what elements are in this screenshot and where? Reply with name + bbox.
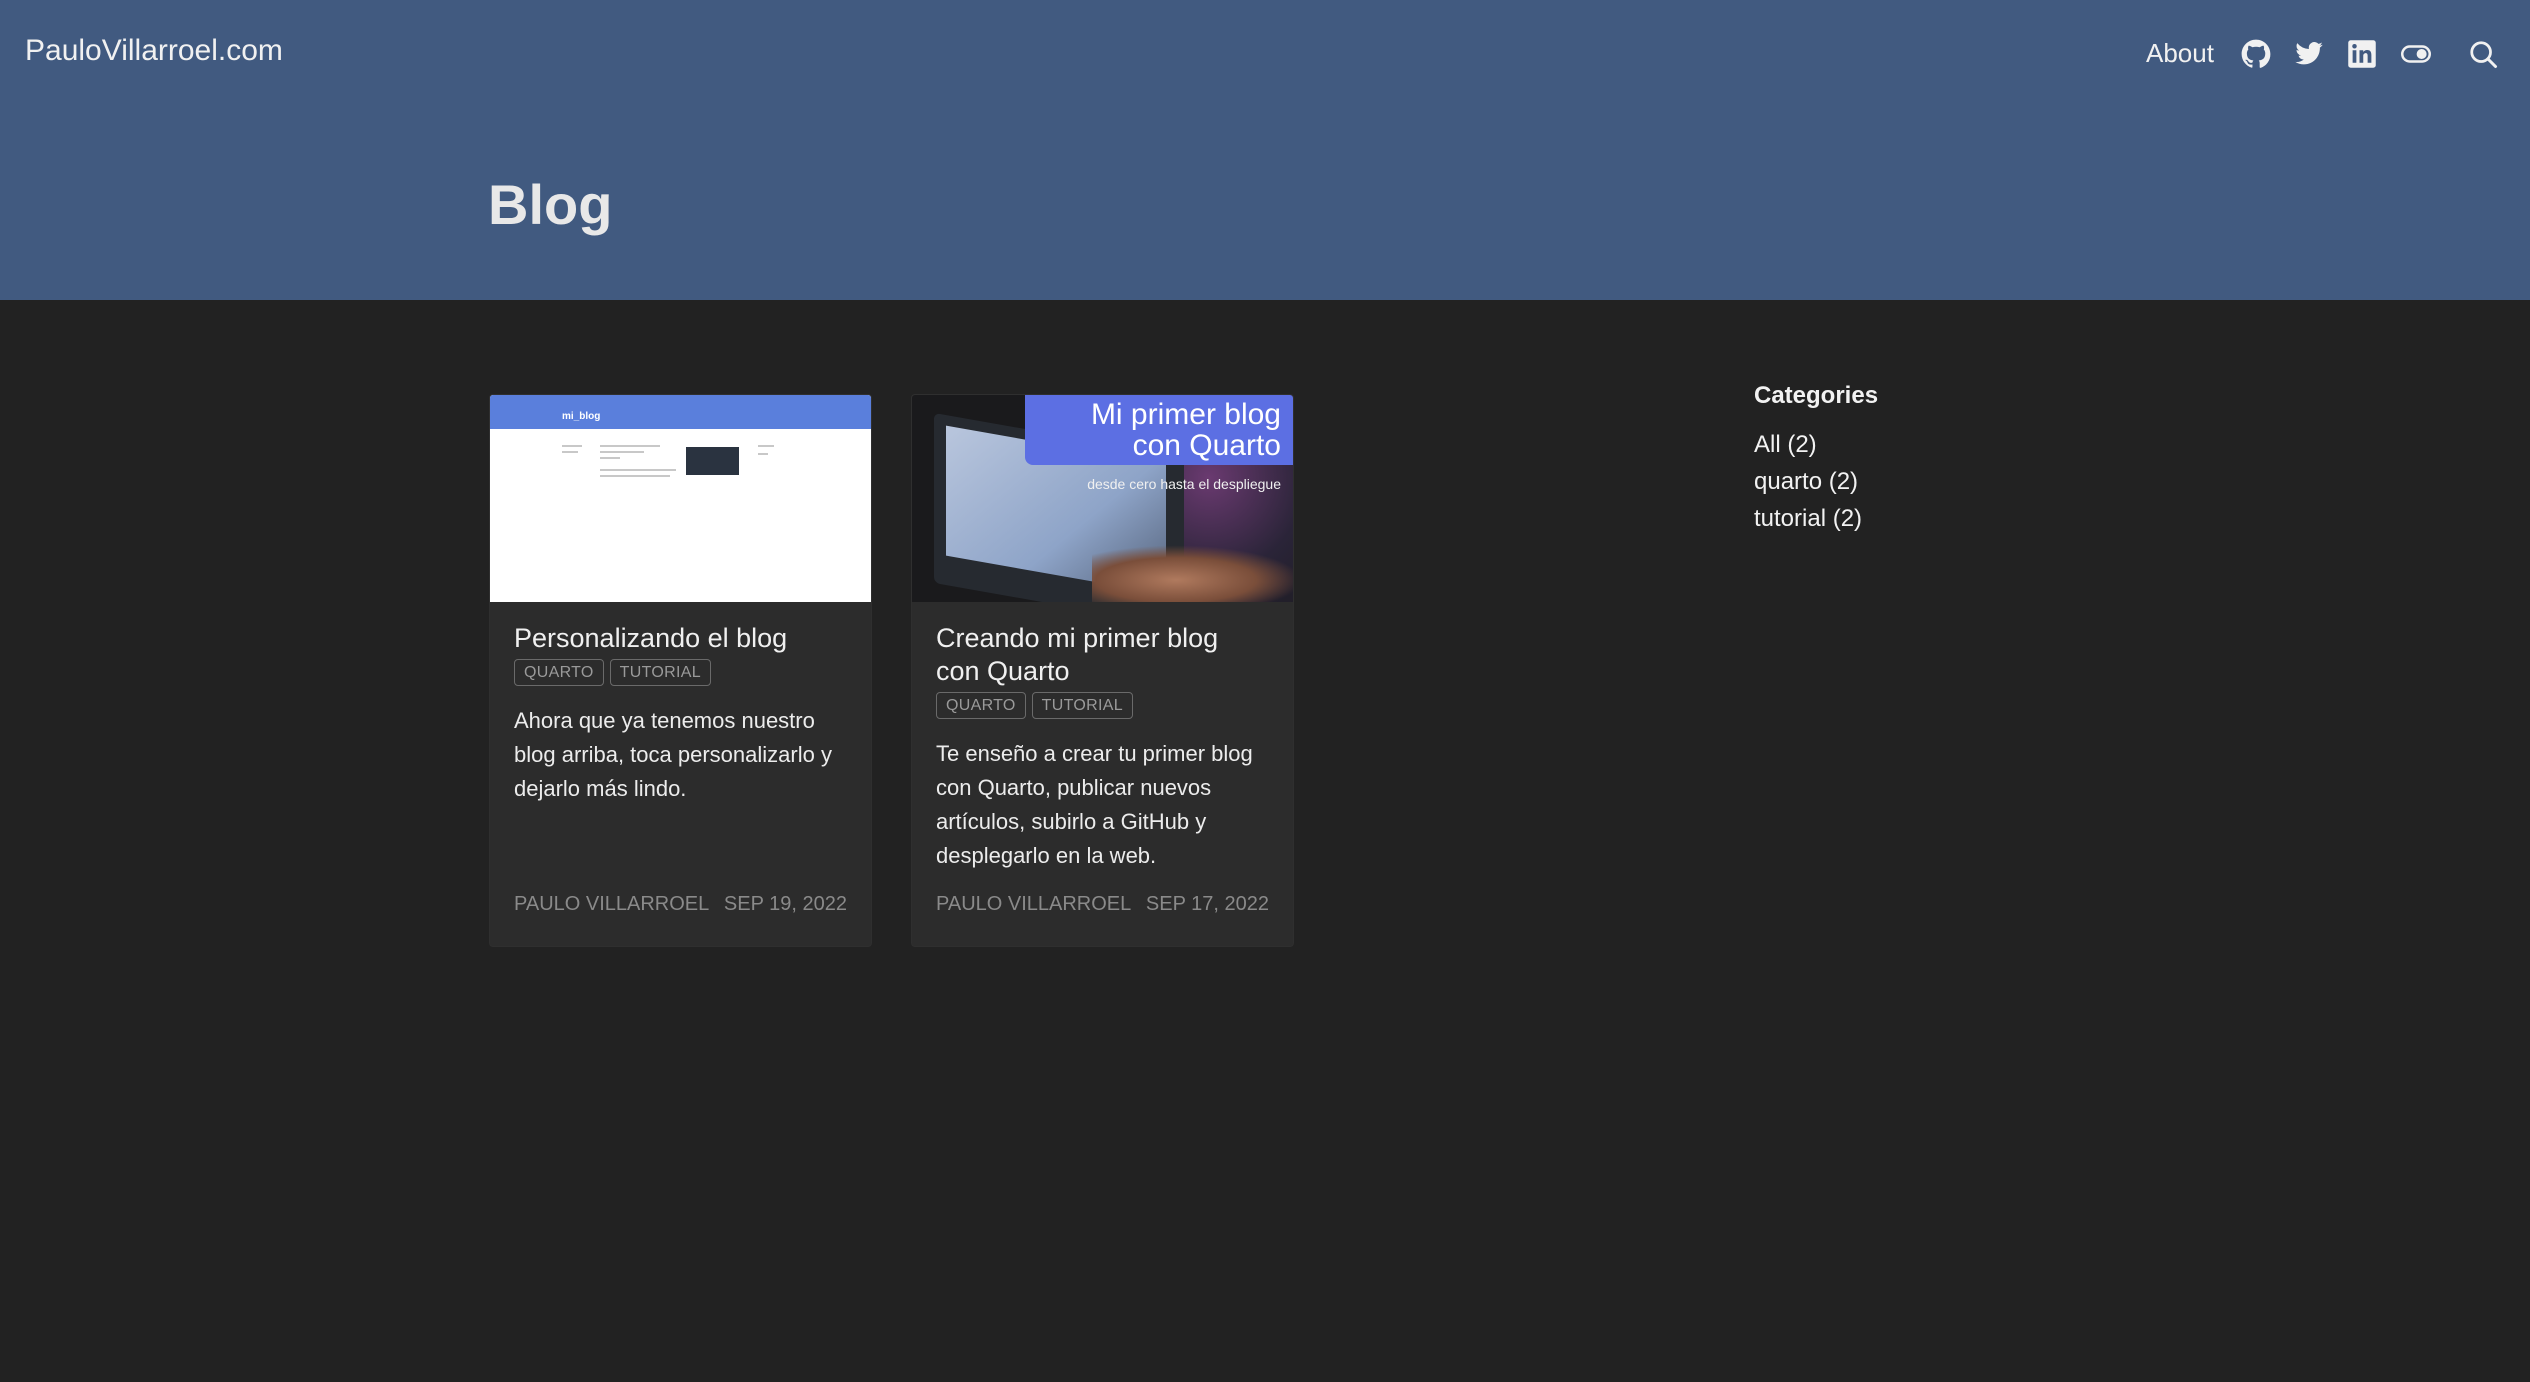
- post-author: PAULO VILLARROEL: [936, 893, 1132, 915]
- nav-about-link[interactable]: About: [2146, 38, 2214, 69]
- thumbnail-navbar: [490, 395, 871, 429]
- tag-list: QUARTO TUTORIAL: [936, 692, 1269, 719]
- thumbnail-code-block: [686, 447, 739, 475]
- post-date: SEP 17, 2022: [1145, 893, 1269, 915]
- post-card[interactable]: Mi primer blog con Quarto desde cero has…: [911, 394, 1294, 947]
- tag-tutorial[interactable]: TUTORIAL: [609, 659, 711, 686]
- site-title-link[interactable]: PauloVillarroel.com: [25, 34, 283, 68]
- toggle-theme-icon[interactable]: [2400, 38, 2432, 70]
- thumbnail-subtitle: desde cero hasta el despliegue: [1087, 476, 1281, 492]
- post-title[interactable]: Personalizando el blog: [514, 622, 847, 655]
- thumbnail-banner: Mi primer blog con Quarto: [1025, 395, 1293, 465]
- github-icon[interactable]: [2240, 38, 2272, 70]
- post-author: PAULO VILLARROEL: [514, 893, 710, 915]
- categories-sidebar: Categories All (2) quarto (2) tutorial (…: [1754, 382, 2054, 537]
- title-banner: PauloVillarroel.com About Blog: [0, 0, 2530, 300]
- twitter-icon[interactable]: [2293, 38, 2325, 70]
- tag-list: QUARTO TUTORIAL: [514, 659, 847, 686]
- post-description: Te enseño a crear tu primer blog con Qua…: [936, 741, 1253, 868]
- post-footer: PAULO VILLARROEL SEP 17, 2022: [936, 893, 1269, 916]
- post-footer: PAULO VILLARROEL SEP 19, 2022: [514, 893, 847, 916]
- tag-quarto[interactable]: QUARTO: [514, 659, 604, 686]
- category-all[interactable]: All (2): [1754, 426, 2054, 463]
- tag-tutorial[interactable]: TUTORIAL: [1031, 692, 1133, 719]
- post-thumbnail[interactable]: mi_blog: [490, 395, 871, 602]
- search-icon[interactable]: [2467, 38, 2499, 70]
- post-date: SEP 19, 2022: [723, 893, 847, 915]
- post-description: Ahora que ya tenemos nuestro blog arriba…: [514, 708, 832, 801]
- category-quarto[interactable]: quarto (2): [1754, 463, 2054, 500]
- categories-title: Categories: [1754, 382, 1879, 409]
- tag-quarto[interactable]: QUARTO: [936, 692, 1026, 719]
- post-thumbnail[interactable]: Mi primer blog con Quarto desde cero has…: [912, 395, 1293, 602]
- page-title: Blog: [488, 173, 613, 236]
- category-tutorial[interactable]: tutorial (2): [1754, 500, 2054, 537]
- post-title[interactable]: Creando mi primer blog con Quarto: [936, 622, 1269, 688]
- thumbnail-brand: mi_blog: [562, 411, 601, 422]
- linkedin-icon[interactable]: [2346, 38, 2378, 70]
- hand-image: [1092, 545, 1293, 602]
- post-card[interactable]: mi_blog Personalizando el blog QUARTO TU…: [489, 394, 872, 947]
